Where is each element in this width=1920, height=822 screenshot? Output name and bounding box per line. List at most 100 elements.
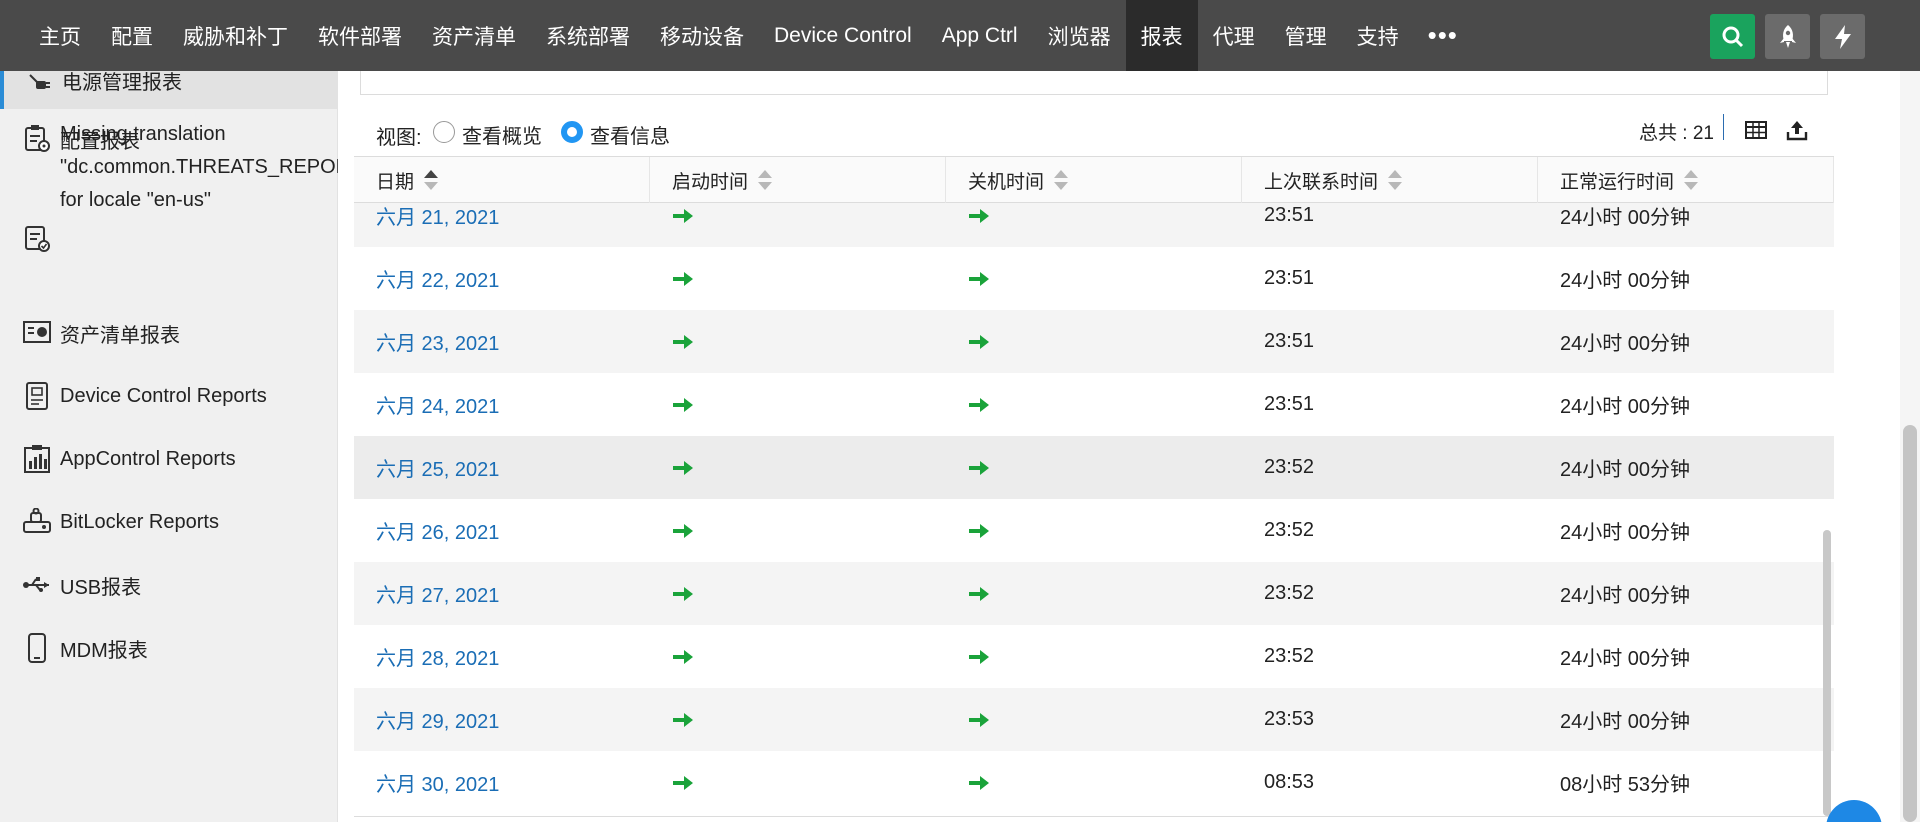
nav-item[interactable]: App Ctrl [927, 0, 1033, 71]
sort-icon[interactable] [758, 168, 773, 192]
export-icon [1786, 121, 1808, 141]
toolbar-divider [1723, 114, 1724, 140]
missing-translation-line-1: Missing translation [60, 123, 226, 145]
column-header-label: 上次联系时间 [1264, 171, 1379, 193]
nav-more-button[interactable]: ••• [1414, 0, 1472, 71]
table-row[interactable]: 六月 21, 2021 23:51 24小时 00分钟 [354, 203, 1834, 247]
export-button[interactable] [1785, 118, 1809, 142]
sidebar-item-device-control-reports[interactable]: Device Control Reports [22, 381, 267, 411]
sidebar-item-threats-reports-icon-wrap[interactable] [22, 223, 60, 253]
missing-translation-line-2: "dc.common.THREATS_REPORTS" [60, 156, 338, 178]
sidebar-item-bitlocker-reports[interactable]: BitLocker Reports [22, 507, 219, 537]
sort-icon[interactable] [1388, 168, 1403, 192]
date-link[interactable]: 六月 29, 2021 [376, 705, 499, 734]
last-contact-cell: 23:53 [1264, 708, 1315, 730]
quick-actions-button[interactable] [1820, 14, 1865, 59]
table-row[interactable]: 六月 29, 2021 23:53 24小时 00分钟 [354, 688, 1834, 751]
date-link[interactable]: 六月 26, 2021 [376, 516, 499, 545]
table-scrollbar[interactable] [1823, 530, 1831, 816]
nav-item[interactable]: 管理 [1270, 0, 1342, 71]
nav-item[interactable]: 报表 [1125, 0, 1198, 71]
nav-item[interactable]: 资产清单 [417, 0, 531, 71]
report-toolbar: 视图: 查看概览 查看信息 总共 : 21 [354, 110, 1834, 156]
column-header-label: 启动时间 [672, 171, 749, 193]
total-count: 总共 : 21 [1639, 123, 1714, 144]
search-button[interactable] [1710, 14, 1755, 59]
date-link[interactable]: 六月 30, 2021 [376, 768, 499, 797]
page-scrollbar-track[interactable] [1900, 0, 1920, 822]
column-header[interactable]: 日期 [354, 157, 650, 203]
table-row[interactable]: 六月 23, 2021 23:51 24小时 00分钟 [354, 310, 1834, 373]
view-summary-radio[interactable] [433, 121, 455, 143]
date-cell: 六月 27, 2021 [354, 562, 650, 625]
nav-item[interactable]: 主页 [24, 0, 96, 71]
shutdown-time-cell [946, 499, 1242, 562]
sidebar-item-usb-reports[interactable]: USB报表 [22, 570, 141, 600]
table-row[interactable]: 六月 24, 2021 23:51 24小时 00分钟 [354, 373, 1834, 436]
nav-item[interactable]: 系统部署 [531, 0, 645, 71]
table-row[interactable]: 六月 28, 2021 23:52 24小时 00分钟 [354, 625, 1834, 688]
nav-item[interactable]: 代理 [1198, 0, 1270, 71]
sort-icon[interactable] [1054, 168, 1069, 192]
uptime-cell: 24小时 00分钟 [1560, 459, 1691, 481]
nav-item[interactable]: 软件部署 [303, 0, 417, 71]
sidebar-item-threats-reports[interactable]: Missing translation "dc.common.THREATS_R… [60, 118, 338, 217]
boot-time-cell [650, 499, 946, 562]
view-summary-label[interactable]: 查看概览 [462, 120, 542, 149]
table-row[interactable]: 六月 26, 2021 23:52 24小时 00分钟 [354, 499, 1834, 562]
table-row[interactable]: 六月 27, 2021 23:52 24小时 00分钟 [354, 562, 1834, 625]
green-arrow-icon [968, 207, 990, 225]
table-row[interactable]: 六月 30, 2021 08:53 08小时 53分钟 [354, 751, 1834, 814]
date-link[interactable]: 六月 25, 2021 [376, 453, 499, 482]
date-cell: 六月 30, 2021 [354, 751, 650, 814]
green-arrow-icon [672, 207, 694, 225]
power-report-table: 日期 启动时间 关机时间 上次联系时间 正常运行时间 六月 21, 2021 23:51 2… [354, 156, 1834, 819]
view-details-radio[interactable] [561, 121, 583, 143]
date-link[interactable]: 六月 21, 2021 [376, 203, 499, 230]
nav-item[interactable]: Device Control [759, 0, 927, 71]
nav-item[interactable]: 移动设备 [645, 0, 759, 71]
nav-item[interactable]: 威胁和补丁 [168, 0, 303, 71]
column-header-label: 关机时间 [968, 171, 1045, 193]
green-arrow-icon [968, 774, 990, 792]
sidebar-item-power-reports[interactable]: 电源管理报表 [0, 71, 338, 109]
view-details-label[interactable]: 查看信息 [590, 120, 670, 149]
sort-icon[interactable] [424, 168, 439, 192]
column-header[interactable]: 正常运行时间 [1538, 157, 1834, 203]
table-row[interactable]: 六月 22, 2021 23:51 24小时 00分钟 [354, 247, 1834, 310]
uptime-cell: 24小时 00分钟 [1560, 711, 1691, 733]
date-link[interactable]: 六月 27, 2021 [376, 579, 499, 608]
date-cell: 六月 26, 2021 [354, 499, 650, 562]
sort-icon[interactable] [1684, 168, 1699, 192]
shutdown-time-cell [946, 247, 1242, 310]
last-contact-cell: 23:51 [1264, 330, 1315, 352]
sidebar-item-mdm-reports[interactable]: MDM报表 [22, 633, 148, 663]
sidebar-item-label: AppControl Reports [60, 447, 236, 470]
column-header[interactable]: 启动时间 [650, 157, 946, 203]
rocket-icon [1779, 24, 1796, 48]
page-scrollbar-thumb[interactable] [1903, 425, 1917, 822]
nav-item[interactable]: 浏览器 [1033, 0, 1126, 71]
green-arrow-icon [672, 270, 694, 288]
date-link[interactable]: 六月 28, 2021 [376, 642, 499, 671]
date-link[interactable]: 六月 24, 2021 [376, 390, 499, 419]
boot-time-cell [650, 751, 946, 814]
green-arrow-icon [672, 522, 694, 540]
sidebar-item-inventory-reports[interactable]: 资产清单报表 [22, 318, 180, 348]
uptime-cell: 24小时 00分钟 [1560, 207, 1691, 229]
sidebar-item-appcontrol-reports[interactable]: AppControl Reports [22, 444, 236, 474]
green-arrow-icon [672, 459, 694, 477]
search-icon [1722, 26, 1743, 47]
green-arrow-icon [672, 711, 694, 729]
app-control-icon [22, 444, 52, 474]
date-cell: 六月 22, 2021 [354, 247, 650, 310]
column-header[interactable]: 关机时间 [946, 157, 1242, 203]
nav-item[interactable]: 支持 [1342, 0, 1414, 71]
quick-launch-button[interactable] [1765, 14, 1810, 59]
column-header[interactable]: 上次联系时间 [1242, 157, 1538, 203]
nav-item[interactable]: 配置 [96, 0, 168, 71]
date-link[interactable]: 六月 22, 2021 [376, 264, 499, 293]
date-link[interactable]: 六月 23, 2021 [376, 327, 499, 356]
column-chooser-button[interactable] [1744, 118, 1768, 142]
table-row[interactable]: 六月 25, 2021 23:52 24小时 00分钟 [354, 436, 1834, 499]
